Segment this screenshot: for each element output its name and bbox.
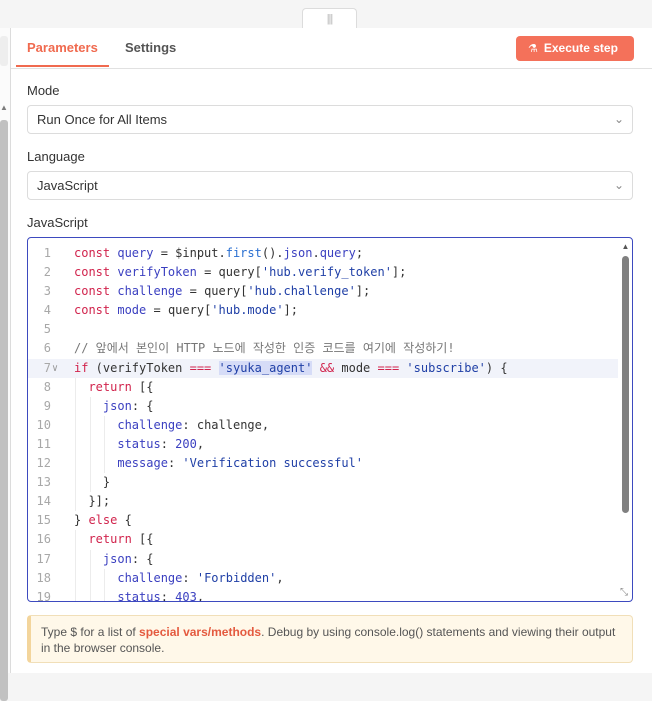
line-number: 16 xyxy=(36,532,51,547)
editor-hint-notice: Type $ for a list of special vars/method… xyxy=(27,615,633,663)
line-number: 12 xyxy=(36,456,51,471)
line-number: 19 xyxy=(36,589,51,602)
code-line: 1 const query = $input.first().json.query… xyxy=(28,244,618,263)
line-number: 10 xyxy=(36,417,51,432)
tab-parameters[interactable]: Parameters xyxy=(27,40,98,55)
code-line: 14 }]; xyxy=(28,492,618,512)
left-scrollbar[interactable]: ▲ xyxy=(0,28,11,701)
language-select-value: JavaScript xyxy=(37,178,98,193)
code-editor[interactable]: 1 const query = $input.first().json.query… xyxy=(27,237,633,602)
flask-icon: ⚗ xyxy=(528,43,538,55)
left-scrollbar-top xyxy=(0,36,8,66)
fold-chevron-icon[interactable]: ∨ xyxy=(52,359,58,378)
line-number: 7 xyxy=(43,360,51,375)
line-number: 5 xyxy=(43,322,51,337)
line-number: 14 xyxy=(36,494,51,509)
code-line: 19 status: 403, xyxy=(28,587,618,602)
language-label: Language xyxy=(27,149,85,164)
code-line: 10 challenge: challenge, xyxy=(28,415,618,435)
code-line: 16 return [{ xyxy=(28,530,618,550)
hint-prefix: Type $ for a list of xyxy=(41,625,140,639)
code-line: 8 return [{ xyxy=(28,377,618,397)
editor-scrollbar-thumb[interactable] xyxy=(622,256,629,513)
line-number: 18 xyxy=(36,570,51,585)
code-line: 9 json: { xyxy=(28,396,618,416)
code-line: 18 challenge: 'Forbidden', xyxy=(28,568,618,588)
chevron-down-icon: ⌄ xyxy=(613,112,624,126)
code-line: 17 json: { xyxy=(28,549,618,569)
line-number: 2 xyxy=(43,265,51,280)
chevron-down-icon: ⌄ xyxy=(613,178,624,192)
line-number: 6 xyxy=(43,341,51,356)
line-number: 13 xyxy=(36,475,51,490)
code-line: 4 const mode = query['hub.mode']; xyxy=(28,301,618,320)
code-content[interactable]: 1 const query = $input.first().json.query… xyxy=(28,244,618,601)
editor-scrollbar[interactable]: ▲ xyxy=(621,242,630,590)
code-editor-label: JavaScript xyxy=(27,215,88,230)
code-line: 15} else { xyxy=(28,511,618,530)
code-line: 2 const verifyToken = query['hub.verify_t… xyxy=(28,263,618,282)
code-line: 3 const challenge = query['hub.challenge'… xyxy=(28,282,618,301)
tab-settings[interactable]: Settings xyxy=(125,40,176,55)
scroll-up-arrow-icon[interactable]: ▲ xyxy=(0,104,8,112)
panel-drag-handle[interactable]: ||| xyxy=(302,8,357,28)
resize-handle-icon[interactable]: ⤡ xyxy=(618,587,630,599)
scroll-up-arrow-icon[interactable]: ▲ xyxy=(621,242,630,251)
special-vars-link[interactable]: special vars/methods xyxy=(139,625,261,639)
line-number: 8 xyxy=(43,379,51,394)
code-line: 13 } xyxy=(28,473,618,493)
execute-step-label: Execute step xyxy=(543,41,618,55)
line-number: 3 xyxy=(43,284,51,299)
code-line: 11 status: 200, xyxy=(28,434,618,455)
line-number: 11 xyxy=(36,436,51,451)
mode-select[interactable]: Run Once for All Items ⌄ xyxy=(27,105,633,134)
tab-bar: Parameters Settings ⚗ Execute step xyxy=(11,28,652,69)
node-parameters-panel: Parameters Settings ⚗ Execute step Mode R… xyxy=(11,28,652,673)
code-line: 5 xyxy=(28,320,618,339)
code-line: 12 message: 'Verification successful' xyxy=(28,454,618,474)
left-scrollbar-thumb[interactable] xyxy=(0,120,8,701)
execute-step-button[interactable]: ⚗ Execute step xyxy=(516,36,634,61)
language-select[interactable]: JavaScript ⌄ xyxy=(27,171,633,200)
line-number: 17 xyxy=(36,551,51,566)
line-number: 4 xyxy=(43,303,51,318)
line-number: 15 xyxy=(36,513,51,528)
code-line-active: 7 ∨ if (verifyToken === 'syuka_agent' && m… xyxy=(28,358,618,378)
code-line: 6// 앞에서 본인이 HTTP 노드에 작성한 인증 코드를 여기에 작성하기… xyxy=(28,339,618,358)
line-number: 1 xyxy=(43,246,51,260)
line-number: 9 xyxy=(43,398,51,413)
active-tab-indicator xyxy=(16,65,109,67)
mode-label: Mode xyxy=(27,83,60,98)
mode-select-value: Run Once for All Items xyxy=(37,112,168,127)
